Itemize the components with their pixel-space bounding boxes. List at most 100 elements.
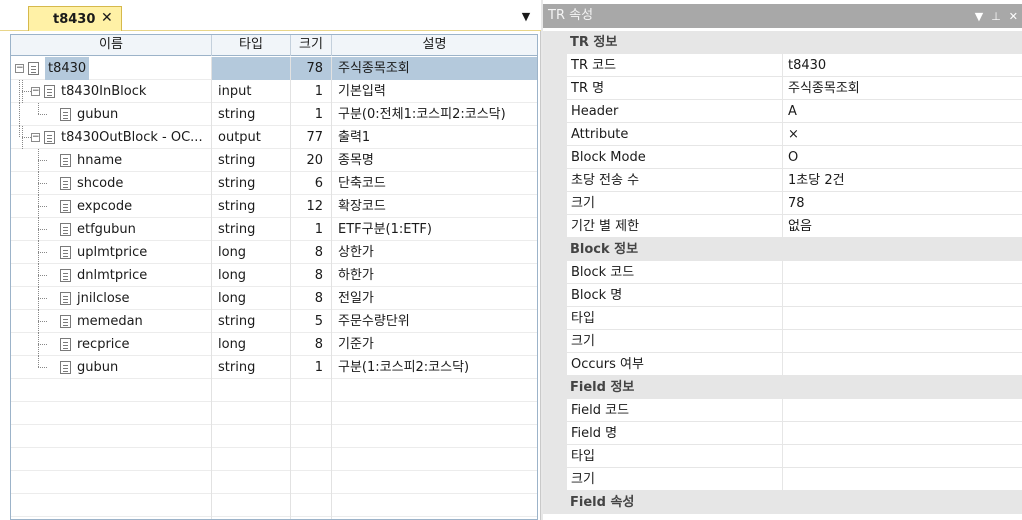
property-row[interactable]: Attribute ×: [543, 123, 1022, 146]
property-value[interactable]: ×: [783, 123, 1022, 145]
tree-connector: [38, 344, 47, 345]
property-row[interactable]: Field 명: [543, 422, 1022, 445]
row-name: gubun: [77, 360, 119, 375]
property-row[interactable]: Occurs 여부: [543, 353, 1022, 376]
property-value[interactable]: 78: [783, 192, 1022, 214]
tree-connector: [38, 287, 39, 310]
tree-row[interactable]: − t8430 78 주식종목조회: [11, 57, 537, 80]
tree-row[interactable]: gubun string 1 구분(1:코스피2:코스닥): [11, 356, 537, 379]
property-value[interactable]: 1초당 2건: [783, 169, 1022, 191]
size-cell: 77: [291, 126, 332, 149]
tree-row[interactable]: − t8430OutBlock - OC... output 77 출력1: [11, 126, 537, 149]
document-icon: [60, 200, 71, 213]
category-field-info[interactable]: Field 정보: [543, 376, 1022, 399]
property-row[interactable]: TR 코드 t8430: [543, 54, 1022, 77]
property-value[interactable]: [783, 307, 1022, 329]
tree-connector: [19, 80, 20, 103]
property-value[interactable]: [783, 261, 1022, 283]
tree-row[interactable]: etfgubun string 1 ETF구분(1:ETF): [11, 218, 537, 241]
tree-row[interactable]: uplmtprice long 8 상한가: [11, 241, 537, 264]
tree-row[interactable]: memedan string 5 주문수량단위: [11, 310, 537, 333]
property-gutter: [543, 123, 567, 145]
property-row[interactable]: 기간 별 제한 없음: [543, 215, 1022, 238]
property-value[interactable]: [783, 353, 1022, 375]
property-value[interactable]: O: [783, 146, 1022, 168]
tree-connector: [22, 80, 23, 103]
row-name: jnilclose: [77, 291, 130, 306]
tree-connector: [19, 103, 20, 126]
row-name: hname: [77, 153, 123, 168]
property-row[interactable]: Block Mode O: [543, 146, 1022, 169]
property-row[interactable]: 크기: [543, 468, 1022, 491]
property-value[interactable]: [783, 422, 1022, 444]
column-header-name[interactable]: 이름: [11, 35, 212, 56]
property-gutter: [543, 353, 567, 375]
tree-row[interactable]: hname string 20 종목명: [11, 149, 537, 172]
panel-menu-icon[interactable]: ▼: [975, 10, 983, 23]
category-block-info[interactable]: Block 정보: [543, 238, 1022, 261]
name-cell: gubun: [11, 356, 212, 379]
size-cell: 8: [291, 264, 332, 287]
close-icon[interactable]: ✕: [1009, 10, 1018, 23]
close-icon[interactable]: ✕: [101, 10, 113, 26]
property-row[interactable]: Block 코드: [543, 261, 1022, 284]
tree-row[interactable]: gubun string 1 구분(0:전체1:코스피2:코스닥): [11, 103, 537, 126]
property-gutter: [543, 192, 567, 214]
collapse-icon[interactable]: −: [31, 133, 40, 142]
property-gutter: [543, 100, 567, 122]
type-cell: long: [212, 241, 291, 264]
tree-row[interactable]: shcode string 6 단축코드: [11, 172, 537, 195]
tree-row[interactable]: jnilclose long 8 전일가: [11, 287, 537, 310]
property-row[interactable]: 타입: [543, 445, 1022, 468]
property-name: Header: [567, 100, 783, 122]
category-tr-info[interactable]: TR 정보: [543, 31, 1022, 54]
size-cell: [291, 402, 332, 425]
column-header-desc[interactable]: 설명: [332, 35, 537, 56]
property-value[interactable]: [783, 399, 1022, 421]
tab-t8430[interactable]: t8430 ✕: [28, 6, 122, 31]
desc-cell: 기본입력: [338, 84, 386, 99]
property-row[interactable]: Block 명: [543, 284, 1022, 307]
row-name: expcode: [77, 199, 133, 214]
column-header-size[interactable]: 크기: [291, 35, 332, 56]
document-tabstrip: t8430 ✕ ▼: [0, 0, 541, 31]
property-row[interactable]: TR 명 주식종목조회: [543, 77, 1022, 100]
property-row[interactable]: 초당 전송 수 1초당 2건: [543, 169, 1022, 192]
size-cell: [291, 448, 332, 471]
size-cell: 1: [291, 103, 332, 126]
category-field-attr[interactable]: Field 속성: [543, 491, 1022, 514]
tree-row[interactable]: − t8430InBlock input 1 기본입력: [11, 80, 537, 103]
property-value[interactable]: 없음: [783, 215, 1022, 237]
collapse-icon[interactable]: −: [31, 87, 40, 96]
property-gutter: [543, 146, 567, 168]
pin-icon[interactable]: ⊥: [991, 10, 1001, 23]
property-row[interactable]: 크기: [543, 330, 1022, 353]
property-row[interactable]: Field 코드: [543, 399, 1022, 422]
property-name: Field 명: [567, 422, 783, 444]
name-cell: uplmtprice: [11, 241, 212, 264]
property-grid: TR 정보 TR 코드 t8430 TR 명 주식종목조회 Header A Attribut…: [543, 31, 1022, 514]
property-value[interactable]: [783, 468, 1022, 490]
property-value[interactable]: [783, 284, 1022, 306]
collapse-icon[interactable]: −: [15, 64, 24, 73]
property-value[interactable]: A: [783, 100, 1022, 122]
row-name: t8430OutBlock - OC...: [61, 130, 203, 145]
tree-row[interactable]: recprice long 8 기준가: [11, 333, 537, 356]
type-cell: [212, 57, 291, 80]
dropdown-arrow-icon[interactable]: ▼: [518, 8, 534, 24]
tree-connector: [38, 195, 39, 218]
property-row[interactable]: 크기 78: [543, 192, 1022, 215]
type-cell: string: [212, 218, 291, 241]
property-value[interactable]: t8430: [783, 54, 1022, 76]
property-value[interactable]: [783, 330, 1022, 352]
column-header-type[interactable]: 타입: [212, 35, 291, 56]
tree-connector: [38, 172, 39, 195]
tree-row[interactable]: expcode string 12 확장코드: [11, 195, 537, 218]
size-cell: 1: [291, 80, 332, 103]
empty-row: [11, 471, 537, 494]
property-value[interactable]: [783, 445, 1022, 467]
property-row[interactable]: 타입: [543, 307, 1022, 330]
tree-row[interactable]: dnlmtprice long 8 하한가: [11, 264, 537, 287]
property-row[interactable]: Header A: [543, 100, 1022, 123]
property-value[interactable]: 주식종목조회: [783, 77, 1022, 99]
